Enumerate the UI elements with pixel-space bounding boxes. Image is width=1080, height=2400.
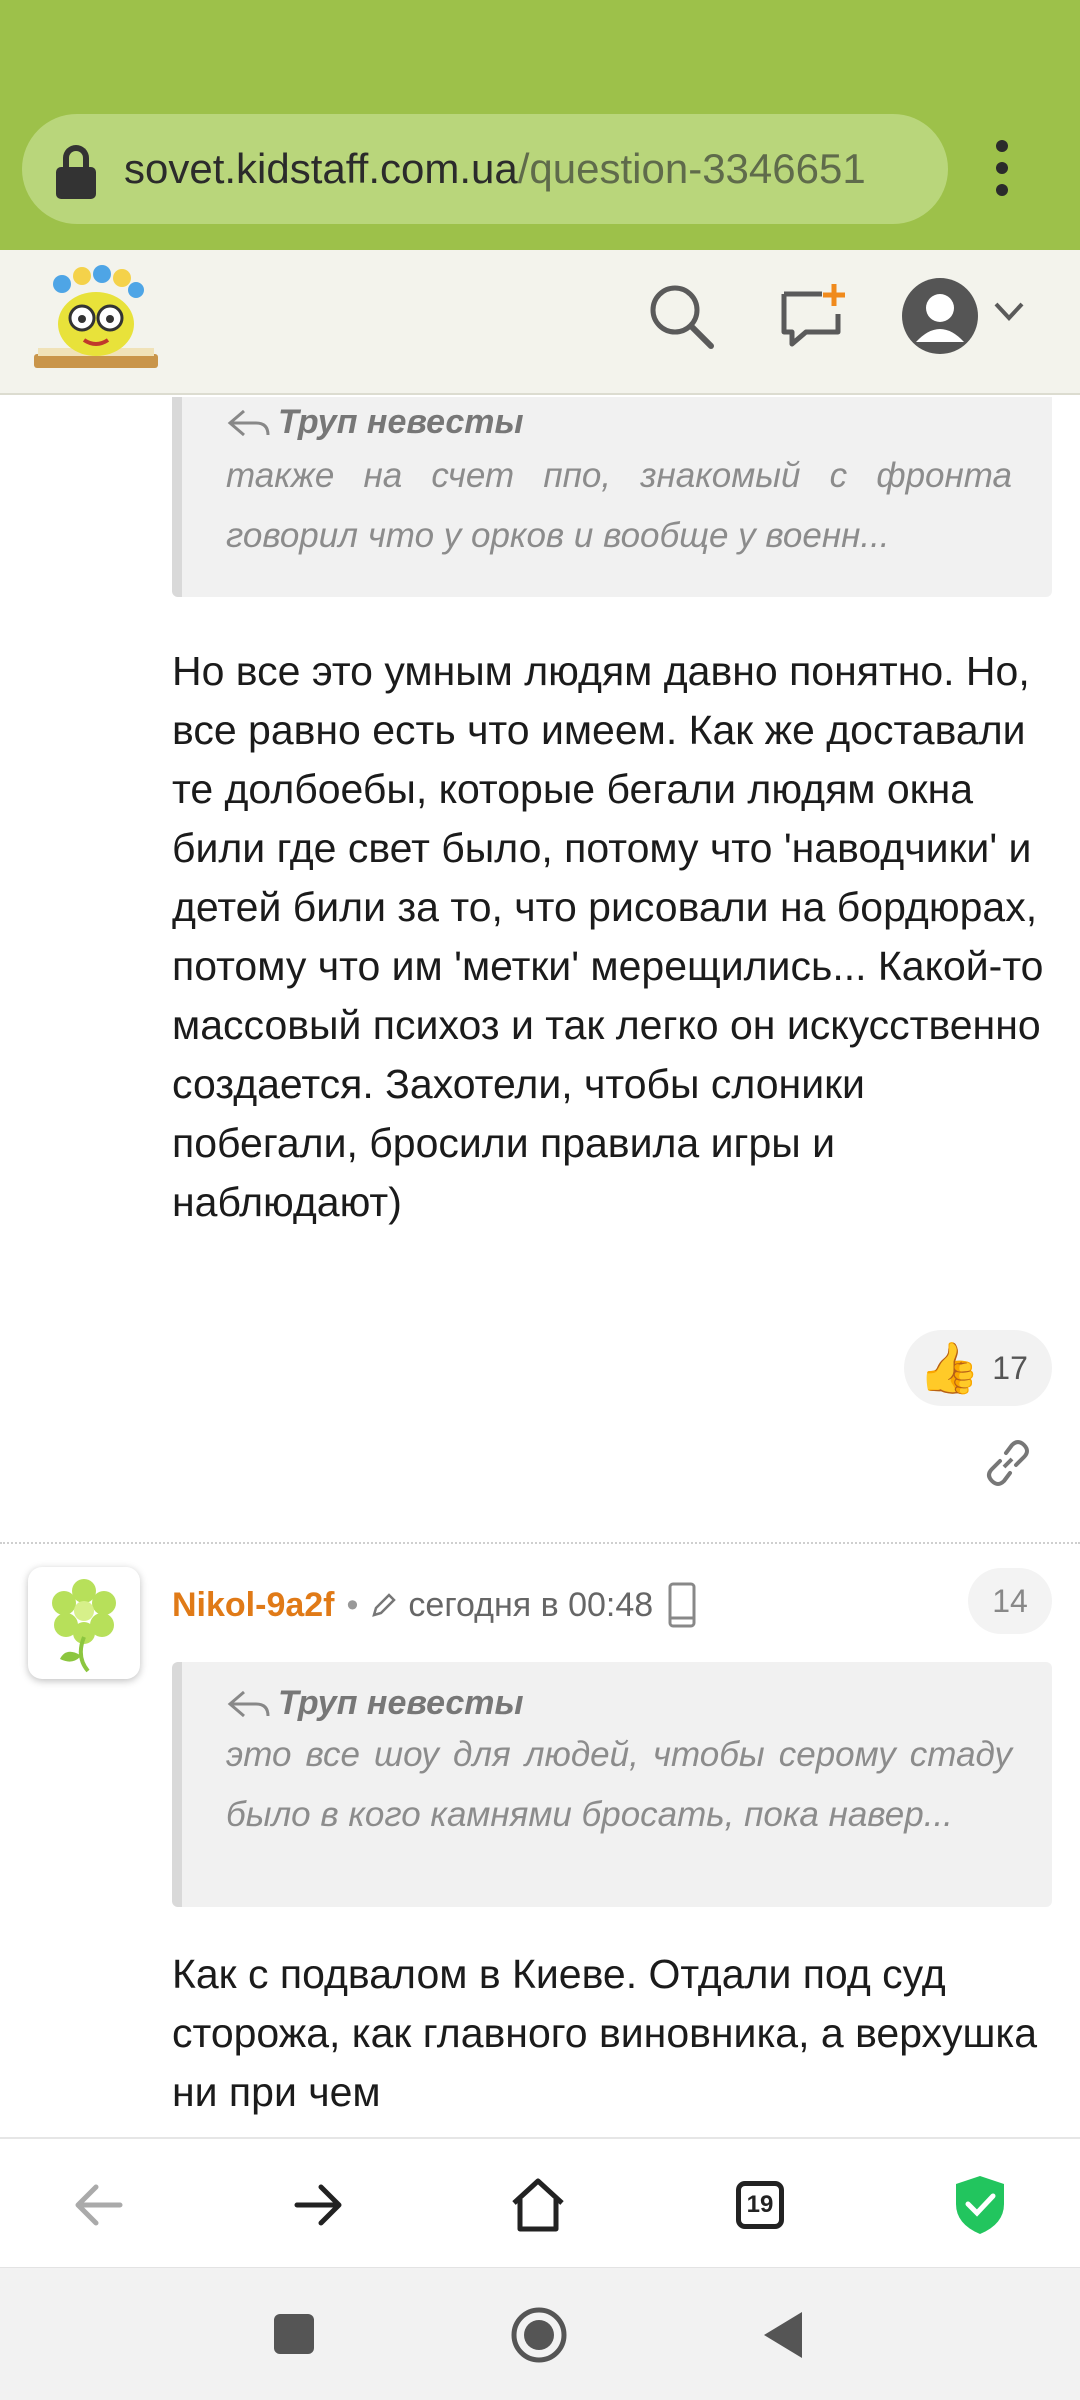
address-bar[interactable]: sovet.kidstaff.com.ua/question-3346651: [22, 114, 948, 224]
browser-toolbar: 19: [0, 2137, 1080, 2267]
like-count: 17: [992, 1349, 1028, 1386]
username[interactable]: Nikol-9a2f: [172, 1586, 335, 1625]
quote-block: Труп невесты также на счет ппо, знакомый…: [172, 397, 1052, 597]
mobile-device-icon: [668, 1582, 696, 1628]
avatar[interactable]: [28, 1567, 140, 1679]
page: sovet.kidstaff.com.ua/question-3346651 Т…: [0, 0, 1080, 2400]
arrow-right-icon: [294, 2184, 342, 2226]
kidstaff-logo[interactable]: [32, 264, 160, 376]
thread-content: Труп невесты также на счет ппо, знакомый…: [0, 397, 1080, 2137]
quote-author[interactable]: Труп невесты: [226, 1684, 1012, 1723]
home-circle-icon[interactable]: [510, 2306, 568, 2364]
post-separator: [0, 1542, 1080, 1544]
pencil-icon: [372, 1593, 397, 1617]
shield-button[interactable]: [942, 2167, 1018, 2243]
android-nav-bar: [0, 2267, 1080, 2400]
quote-author-name: Труп невесты: [278, 1684, 524, 1722]
site-header: [0, 250, 1080, 395]
thumbs-up-icon: 👍: [918, 1340, 981, 1396]
tabs-button[interactable]: 19: [722, 2167, 798, 2243]
forward-button[interactable]: [281, 2167, 357, 2243]
kebab-menu-icon[interactable]: [990, 140, 1014, 200]
link-icon[interactable]: [980, 1435, 1036, 1491]
post-time: сегодня в 00:48: [408, 1585, 654, 1624]
meta-separator: •: [346, 1585, 359, 1624]
like-button[interactable]: 👍 17: [904, 1330, 1052, 1406]
post-body: Но все это умным людям давно понятно. Но…: [172, 648, 1044, 1225]
quote-author-name: Труп невесты: [278, 403, 524, 441]
quote-text: это все шоу для людей, чтобы серому стад…: [226, 1735, 1012, 1834]
quote-block: Труп невесты это все шоу для людей, чтоб…: [172, 1662, 1052, 1907]
flower-icon: [52, 1579, 116, 1673]
arrow-left-icon: [75, 2184, 123, 2226]
url-host: sovet.kidstaff.com.ua: [124, 145, 518, 192]
post-body: Как с подвалом в Киеве. Отдали под суд с…: [172, 1951, 1038, 2115]
quote-text: также на счет ппо, знакомый с фронта гов…: [226, 456, 1012, 555]
reply-icon: [227, 1690, 270, 1717]
back-button[interactable]: [60, 2167, 136, 2243]
browser-top-bar: sovet.kidstaff.com.ua/question-3346651: [0, 0, 1080, 250]
new-message-icon[interactable]: [778, 280, 850, 352]
reply-icon: [227, 409, 270, 436]
shield-check-icon: [956, 2176, 1004, 2234]
user-avatar-icon[interactable]: [900, 276, 980, 356]
post-meta: Nikol-9a2f • сегодня в 00:48: [172, 1580, 697, 1630]
lock-icon: [56, 139, 96, 199]
post-number[interactable]: 14: [968, 1568, 1052, 1634]
quote-author[interactable]: Труп невесты: [226, 403, 1012, 442]
chevron-down-icon[interactable]: [992, 300, 1026, 324]
home-icon: [512, 2178, 564, 2232]
url-text[interactable]: sovet.kidstaff.com.ua/question-3346651: [124, 145, 866, 193]
search-icon[interactable]: [645, 280, 717, 352]
url-path: /question-3346651: [517, 145, 866, 192]
tabs-count: 19: [736, 2181, 784, 2229]
home-button[interactable]: [500, 2167, 576, 2243]
back-triangle-icon[interactable]: [760, 2308, 806, 2362]
recents-icon[interactable]: [272, 2312, 316, 2356]
